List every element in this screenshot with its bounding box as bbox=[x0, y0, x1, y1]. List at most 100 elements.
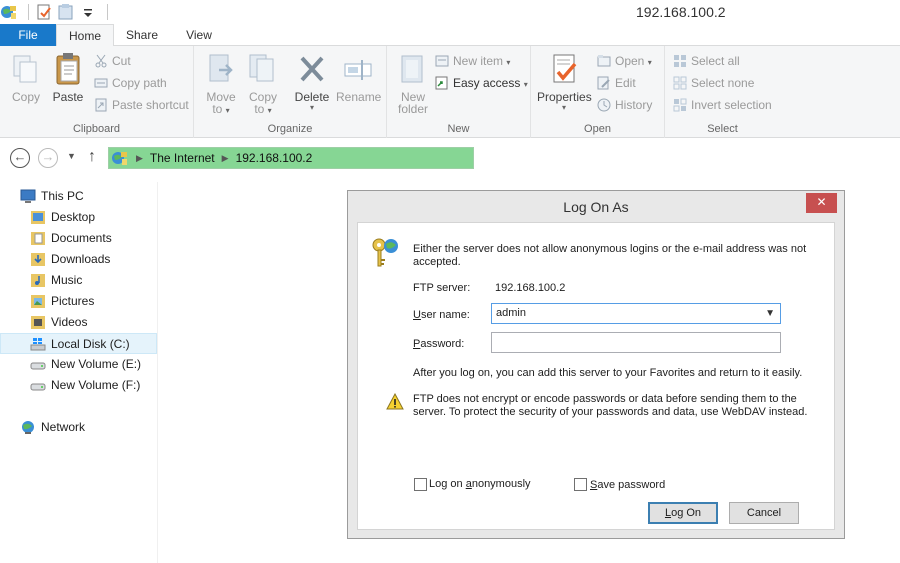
sidebar-item-this-pc[interactable]: This PC bbox=[0, 186, 157, 207]
warning-icon bbox=[386, 392, 404, 411]
rename-icon bbox=[342, 52, 374, 86]
sidebar-item-pictures[interactable]: Pictures bbox=[0, 291, 157, 312]
key-icon bbox=[370, 237, 402, 269]
sidebar-item-local-disk-c[interactable]: Local Disk (C:) bbox=[0, 333, 157, 354]
forward-arrow-icon[interactable]: → bbox=[38, 148, 58, 168]
sidebar-label: Videos bbox=[51, 315, 88, 329]
favorites-info-text: After you log on, you can add this serve… bbox=[413, 367, 803, 379]
new-item-button[interactable]: New item ▾ bbox=[435, 52, 510, 70]
sidebar-label: New Volume (F:) bbox=[51, 378, 141, 392]
anonymous-label[interactable]: Log on anonymously bbox=[429, 478, 531, 490]
anonymous-checkbox[interactable] bbox=[414, 478, 427, 491]
cancel-button[interactable]: Cancel bbox=[729, 502, 799, 524]
address-bar[interactable]: ▶ The Internet ▶ 192.168.100.2 bbox=[108, 147, 474, 169]
sidebar-item-new-volume-e[interactable]: New Volume (E:) bbox=[0, 354, 157, 375]
copy-label: Copy bbox=[11, 90, 40, 104]
dialog-title: Log On As bbox=[563, 199, 629, 215]
music-folder-icon bbox=[30, 273, 46, 288]
copy-to-label-2: to bbox=[254, 102, 265, 116]
chevron-down-icon: ▾ bbox=[267, 106, 272, 115]
ribbon: Copy Paste Cut Copy path Paste shortcut … bbox=[0, 46, 900, 138]
error-message-line: Either the server does not allow anonymo… bbox=[413, 243, 807, 255]
properties-icon[interactable] bbox=[35, 3, 53, 21]
invert-selection-button[interactable]: Invert selection bbox=[673, 96, 772, 114]
username-label: User name: bbox=[413, 309, 470, 321]
back-arrow-icon[interactable]: ← bbox=[10, 148, 30, 168]
select-all-icon bbox=[673, 54, 687, 68]
new-folder-button[interactable]: New folder bbox=[395, 52, 431, 116]
organize-group-label: Organize bbox=[267, 123, 313, 135]
delete-x-icon bbox=[296, 52, 328, 86]
new-folder-label-2: folder bbox=[397, 102, 429, 116]
move-to-button[interactable]: Move to ▾ bbox=[204, 52, 238, 116]
easy-access-label: Easy access bbox=[453, 76, 521, 90]
tab-share[interactable]: Share bbox=[118, 24, 166, 46]
copy-to-icon bbox=[247, 52, 279, 86]
breadcrumb-chevron-icon: ▶ bbox=[136, 152, 143, 163]
internet-globe-icon bbox=[111, 149, 129, 167]
chevron-down-icon[interactable]: ▼ bbox=[765, 304, 775, 323]
breadcrumb-chevron-icon: ▶ bbox=[221, 152, 229, 163]
paste-button[interactable]: Paste bbox=[50, 52, 86, 104]
tab-file[interactable]: File bbox=[0, 24, 56, 46]
cut-label: Cut bbox=[112, 54, 131, 68]
sidebar-item-network[interactable]: Network bbox=[0, 417, 157, 438]
log-on-button[interactable]: Log On bbox=[648, 502, 718, 524]
network-globe-icon bbox=[0, 3, 18, 21]
sidebar-item-desktop[interactable]: Desktop bbox=[0, 207, 157, 228]
chevron-down-icon: ▾ bbox=[309, 103, 314, 112]
rename-label: Rename bbox=[336, 90, 382, 104]
select-none-icon bbox=[673, 76, 687, 90]
copy-to-button[interactable]: Copy to ▾ bbox=[246, 52, 280, 116]
copy-path-icon bbox=[94, 76, 108, 90]
delete-label: Delete bbox=[294, 90, 330, 104]
sidebar-label: Local Disk (C:) bbox=[51, 337, 130, 351]
copy-button[interactable]: Copy bbox=[8, 52, 44, 104]
chevron-down-icon: ▾ bbox=[523, 80, 528, 89]
select-all-label: Select all bbox=[691, 54, 740, 68]
up-arrow-icon[interactable]: ↑ bbox=[88, 148, 96, 166]
invert-selection-label: Invert selection bbox=[691, 98, 772, 112]
copy-path-button[interactable]: Copy path bbox=[94, 74, 167, 92]
open-button[interactable]: Open ▾ bbox=[597, 52, 652, 70]
save-password-label[interactable]: Save password bbox=[590, 479, 665, 491]
security-warning-line: FTP does not encrypt or encode passwords… bbox=[413, 393, 797, 405]
ftp-server-value: 192.168.100.2 bbox=[495, 282, 566, 294]
paste-shortcut-button[interactable]: Paste shortcut bbox=[94, 96, 189, 114]
sidebar-item-new-volume-f[interactable]: New Volume (F:) bbox=[0, 375, 157, 396]
save-password-checkbox[interactable] bbox=[574, 478, 587, 491]
sidebar-item-documents[interactable]: Documents bbox=[0, 228, 157, 249]
tab-home[interactable]: Home bbox=[56, 24, 114, 47]
delete-button[interactable]: Delete ▾ bbox=[294, 52, 330, 112]
breadcrumb-the-internet[interactable]: The Internet bbox=[150, 151, 215, 165]
select-all-button[interactable]: Select all bbox=[673, 52, 740, 70]
scissors-icon bbox=[94, 54, 108, 68]
new-folder-icon[interactable] bbox=[57, 3, 75, 21]
sidebar-label: Pictures bbox=[51, 294, 95, 308]
system-drive-icon bbox=[30, 337, 46, 352]
select-none-button[interactable]: Select none bbox=[673, 74, 754, 92]
password-input[interactable] bbox=[491, 332, 781, 353]
recent-locations-chevron-icon[interactable]: ▼ bbox=[67, 151, 76, 161]
sidebar-item-downloads[interactable]: Downloads bbox=[0, 249, 157, 270]
properties-button[interactable]: Properties ▾ bbox=[537, 52, 592, 112]
history-button[interactable]: History bbox=[597, 96, 652, 114]
close-button[interactable]: ✕ bbox=[806, 193, 837, 213]
username-combo[interactable]: admin ▼ bbox=[491, 303, 781, 324]
cut-button[interactable]: Cut bbox=[94, 52, 131, 70]
move-to-label-2: to bbox=[212, 102, 223, 116]
rename-button[interactable]: Rename bbox=[336, 52, 382, 104]
videos-folder-icon bbox=[30, 315, 46, 330]
security-warning-line: server. To protect the security of your … bbox=[413, 406, 808, 418]
sidebar-item-videos[interactable]: Videos bbox=[0, 312, 157, 333]
easy-access-button[interactable]: Easy access ▾ bbox=[435, 74, 528, 92]
edit-button[interactable]: Edit bbox=[597, 74, 636, 92]
username-value: admin bbox=[496, 307, 526, 319]
sidebar-item-music[interactable]: Music bbox=[0, 270, 157, 291]
error-message: Either the server does not allow anonymo… bbox=[413, 243, 806, 269]
edit-label: Edit bbox=[615, 76, 636, 90]
customize-toolbar-icon[interactable] bbox=[79, 3, 97, 21]
tab-view[interactable]: View bbox=[176, 24, 222, 46]
breadcrumb-ip-address[interactable]: 192.168.100.2 bbox=[236, 151, 313, 165]
clipboard-group-label: Clipboard bbox=[72, 123, 121, 135]
